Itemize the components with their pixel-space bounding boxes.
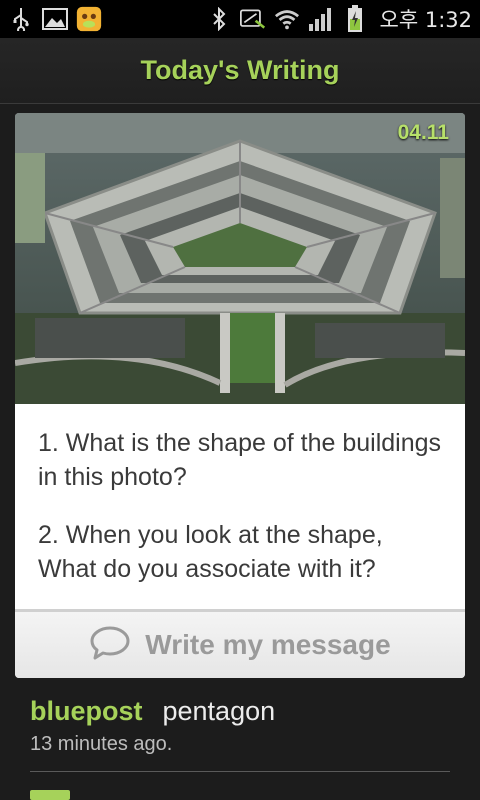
status-right: 오후 1:32 bbox=[206, 4, 472, 34]
pentagon-photo bbox=[15, 113, 465, 404]
bluetooth-icon bbox=[206, 6, 232, 32]
status-bar: 오후 1:32 bbox=[0, 0, 480, 38]
page-title: Today's Writing bbox=[140, 55, 340, 85]
question-list: 1. What is the shape of the buildings in… bbox=[15, 404, 465, 609]
usb-icon bbox=[8, 6, 34, 32]
gallery-icon bbox=[42, 6, 68, 32]
app-notification-icon bbox=[76, 6, 102, 32]
comment-timestamp: 13 minutes ago. bbox=[30, 733, 173, 755]
status-time: 오후 1:32 bbox=[379, 8, 472, 32]
signal-icon bbox=[308, 6, 334, 32]
question-1: 1. What is the shape of the buildings in… bbox=[38, 429, 442, 491]
write-message-label: Write my message bbox=[145, 629, 391, 660]
writing-card: 04.11 1. What is the shape of the buildi… bbox=[15, 113, 465, 678]
mute-icon bbox=[239, 6, 266, 32]
speech-bubble-icon bbox=[89, 625, 131, 665]
comment-item[interactable]: bluepost pentagon 13 minutes ago. bbox=[0, 690, 480, 756]
wifi-icon bbox=[274, 6, 300, 32]
topic-photo: 04.11 bbox=[15, 113, 465, 404]
comment-text: pentagon bbox=[162, 696, 276, 726]
comment-list: bluepost pentagon 13 minutes ago. bbox=[0, 690, 480, 800]
write-message-button[interactable]: Write my message bbox=[15, 612, 465, 678]
title-bar: Today's Writing bbox=[0, 38, 480, 104]
next-comment-partial bbox=[30, 790, 70, 800]
comment-divider bbox=[30, 771, 450, 772]
status-left bbox=[8, 6, 102, 32]
date-badge: 04.11 bbox=[397, 121, 449, 144]
battery-icon bbox=[342, 5, 368, 32]
question-2: 2. When you look at the shape, What do y… bbox=[38, 521, 383, 583]
comment-username[interactable]: bluepost bbox=[30, 696, 143, 727]
